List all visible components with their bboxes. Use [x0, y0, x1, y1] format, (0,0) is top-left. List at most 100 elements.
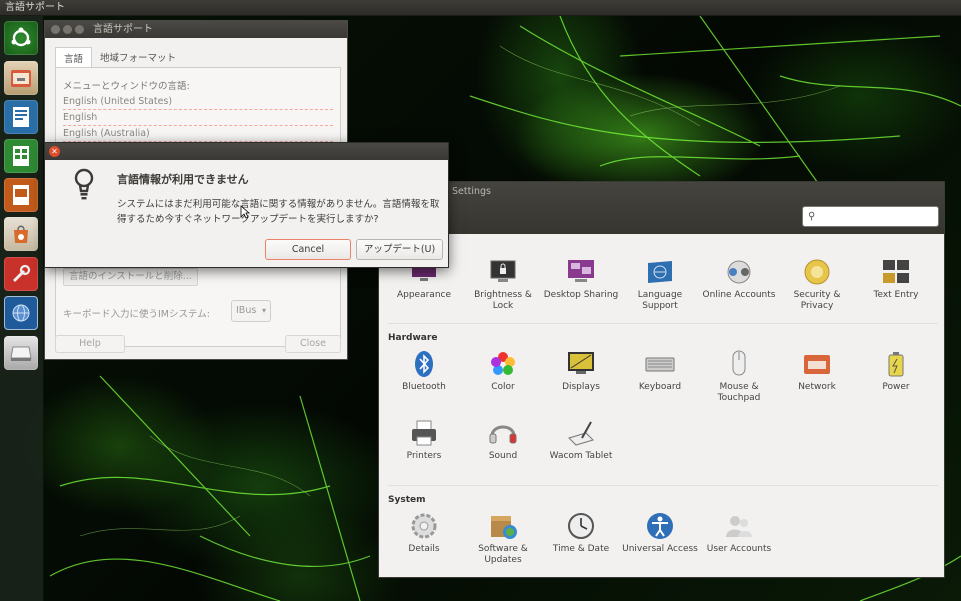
help-button[interactable]: Help	[55, 335, 125, 353]
mouse-cursor-icon	[240, 205, 250, 219]
im-system-label: キーボード入力に使うIMシステム:	[63, 309, 210, 320]
setting-power[interactable]: Power	[857, 349, 935, 393]
setting-security-privacy[interactable]: Security & Privacy	[778, 257, 856, 312]
sound-icon	[489, 425, 517, 444]
launcher	[0, 16, 44, 601]
software-updates-icon	[491, 516, 517, 539]
close-button[interactable]: Close	[285, 335, 341, 353]
settings-search-input[interactable]: ⚲	[802, 206, 939, 227]
setting-language-support[interactable]: Language Support	[621, 257, 699, 312]
language-list-item[interactable]: English (Australia)	[63, 126, 333, 142]
clock-icon	[568, 513, 594, 539]
displays-icon	[568, 352, 594, 374]
setting-software-updates[interactable]: Software & Updates	[464, 511, 542, 566]
im-system-select[interactable]: IBus ▾	[231, 300, 271, 322]
install-remove-languages-button[interactable]: 言語のインストールと削除...	[63, 268, 198, 286]
wacom-tablet-icon	[568, 421, 594, 446]
setting-keyboard[interactable]: Keyboard	[621, 349, 699, 393]
setting-label: Printers	[406, 451, 442, 461]
libreoffice-writer-icon	[13, 107, 29, 127]
user-accounts-icon	[726, 516, 752, 537]
online-accounts-icon	[727, 260, 751, 284]
launcher-system-settings[interactable]	[4, 257, 38, 291]
dialog-heading: 言語情報が利用できません	[117, 173, 249, 186]
setting-label: User Accounts	[706, 544, 772, 554]
setting-details[interactable]: Details	[385, 511, 463, 555]
system-settings-window: Settings ⚲ Appearance Brightness & Lock …	[378, 181, 945, 578]
bluetooth-icon	[415, 351, 433, 377]
setting-brightness-lock[interactable]: Brightness & Lock	[464, 257, 542, 312]
dialog-close-button[interactable]: ✕	[49, 146, 60, 157]
software-center-icon	[14, 225, 28, 243]
launcher-language-support[interactable]	[4, 296, 38, 330]
language-list-item[interactable]: English	[63, 110, 333, 126]
im-system-value: IBus	[236, 305, 257, 316]
language-support-icon	[12, 304, 30, 322]
keyboard-icon	[645, 357, 675, 372]
setting-label: Color	[491, 382, 515, 392]
language-window-titlebar: 言語サポート	[45, 21, 347, 38]
setting-color[interactable]: Color	[464, 349, 542, 393]
libreoffice-calc-icon	[13, 146, 29, 166]
setting-label: Power	[882, 382, 910, 392]
setting-label: Universal Access	[622, 544, 698, 554]
launcher-calc[interactable]	[4, 139, 38, 173]
setting-sound[interactable]: Sound	[464, 418, 542, 462]
setting-label: Details	[408, 544, 440, 554]
system-section-title: System	[388, 495, 426, 505]
setting-bluetooth[interactable]: Bluetooth	[385, 349, 463, 393]
language-support-icon	[648, 261, 672, 283]
update-button[interactable]: アップデート(U)	[356, 239, 443, 260]
setting-text-entry[interactable]: Text Entry	[857, 257, 935, 301]
language-window-title: 言語サポート	[93, 24, 153, 35]
cancel-button[interactable]: Cancel	[265, 239, 351, 260]
lightbulb-icon	[74, 168, 94, 200]
window-maximize-button[interactable]	[75, 25, 84, 34]
launcher-file-manager[interactable]	[4, 61, 38, 95]
setting-desktop-sharing[interactable]: Desktop Sharing	[542, 257, 620, 301]
setting-label: Online Accounts	[702, 290, 776, 300]
launcher-ubuntu-dash[interactable]	[4, 21, 38, 55]
setting-label: Network	[798, 382, 836, 392]
tab-regional-formats[interactable]: 地域フォーマット	[92, 47, 184, 67]
menu-language-label: メニューとウィンドウの言語:	[63, 81, 190, 92]
system-settings-icon	[12, 264, 31, 283]
universal-access-icon	[647, 513, 673, 539]
setting-label: Appearance	[396, 290, 452, 300]
top-panel-title: 言語サポート	[5, 2, 65, 13]
setting-label: Text Entry	[873, 290, 919, 300]
setting-printers[interactable]: Printers	[385, 418, 463, 462]
setting-mouse-touchpad[interactable]: Mouse & Touchpad	[700, 349, 778, 404]
setting-label: Bluetooth	[402, 382, 446, 392]
setting-wacom-tablet[interactable]: Wacom Tablet	[542, 418, 620, 462]
setting-label: Mouse & Touchpad	[717, 382, 761, 403]
dialog-titlebar: ✕	[45, 143, 448, 160]
window-minimize-button[interactable]	[63, 25, 72, 34]
setting-label: Desktop Sharing	[543, 290, 619, 300]
power-icon	[888, 352, 904, 377]
language-list-item[interactable]: English (United States)	[63, 94, 333, 110]
setting-network[interactable]: Network	[778, 349, 856, 393]
language-list[interactable]: English (United States) English English …	[63, 94, 333, 142]
setting-user-accounts[interactable]: User Accounts	[700, 511, 778, 555]
launcher-drive[interactable]	[4, 336, 38, 370]
setting-universal-access[interactable]: Universal Access	[621, 511, 699, 555]
setting-online-accounts[interactable]: Online Accounts	[700, 257, 778, 301]
hardware-section-title: Hardware	[388, 333, 438, 343]
section-separator	[388, 485, 938, 486]
setting-label: Software & Updates	[478, 544, 528, 565]
launcher-software-center[interactable]	[4, 217, 38, 251]
setting-label: Wacom Tablet	[549, 451, 613, 461]
launcher-impress[interactable]	[4, 178, 38, 212]
setting-time-date[interactable]: Time & Date	[542, 511, 620, 555]
window-close-button[interactable]	[51, 25, 60, 34]
setting-label: Displays	[562, 382, 600, 392]
details-icon	[411, 513, 437, 539]
brightness-lock-icon	[490, 260, 516, 282]
libreoffice-impress-icon	[13, 185, 29, 205]
setting-label: Time & Date	[552, 544, 610, 554]
setting-displays[interactable]: Displays	[542, 349, 620, 393]
color-icon	[491, 352, 515, 375]
tab-language[interactable]: 言語	[55, 47, 93, 67]
launcher-writer[interactable]	[4, 100, 38, 134]
